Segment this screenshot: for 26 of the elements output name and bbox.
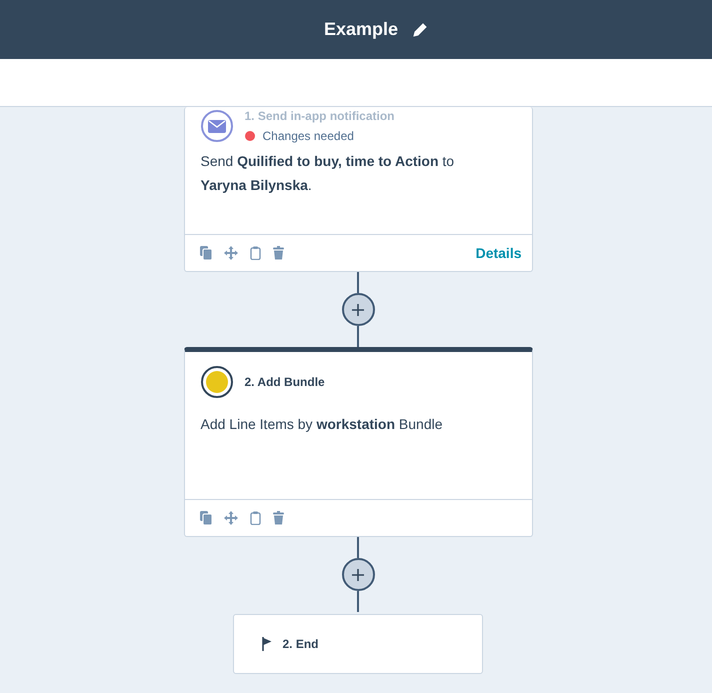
details-link[interactable]: Details [476,245,522,261]
copy-icon[interactable] [200,511,212,525]
step-title: 1. Send in-app notification [244,109,394,123]
envelope-icon [200,110,232,142]
copy-icon[interactable] [200,246,212,260]
status-label: Changes needed [262,129,354,143]
add-step-button[interactable] [342,558,374,591]
clipboard-icon[interactable] [250,511,260,525]
edit-icon[interactable] [412,22,428,38]
trash-icon[interactable] [272,511,284,525]
action-card[interactable]: 1. Send in-app notification Changes needed Send Quilified to buy, time to Action to Yaryna Bilynska. Details [184,107,532,272]
step-description: Send Quilified to buy, time to Action to Yaryna Bilynska. [200,152,456,195]
flag-icon [262,637,272,651]
trash-icon[interactable] [272,246,284,260]
plus-icon [351,302,365,316]
clipboard-icon[interactable] [250,246,260,260]
add-step-button[interactable] [342,293,374,326]
step-title: 2. Add Bundle [244,375,325,389]
action-card[interactable]: 2. Add Bundle Add Line Items by workstation Bundle [184,347,532,537]
workflow-title: Example [324,19,398,40]
step-description: Add Line Items by workstation Bundle [200,415,444,434]
photo-placeholder [206,371,228,393]
move-icon[interactable] [224,511,238,525]
plus-icon [351,568,365,582]
step-title: 2. End [282,637,319,651]
move-icon[interactable] [224,246,238,260]
